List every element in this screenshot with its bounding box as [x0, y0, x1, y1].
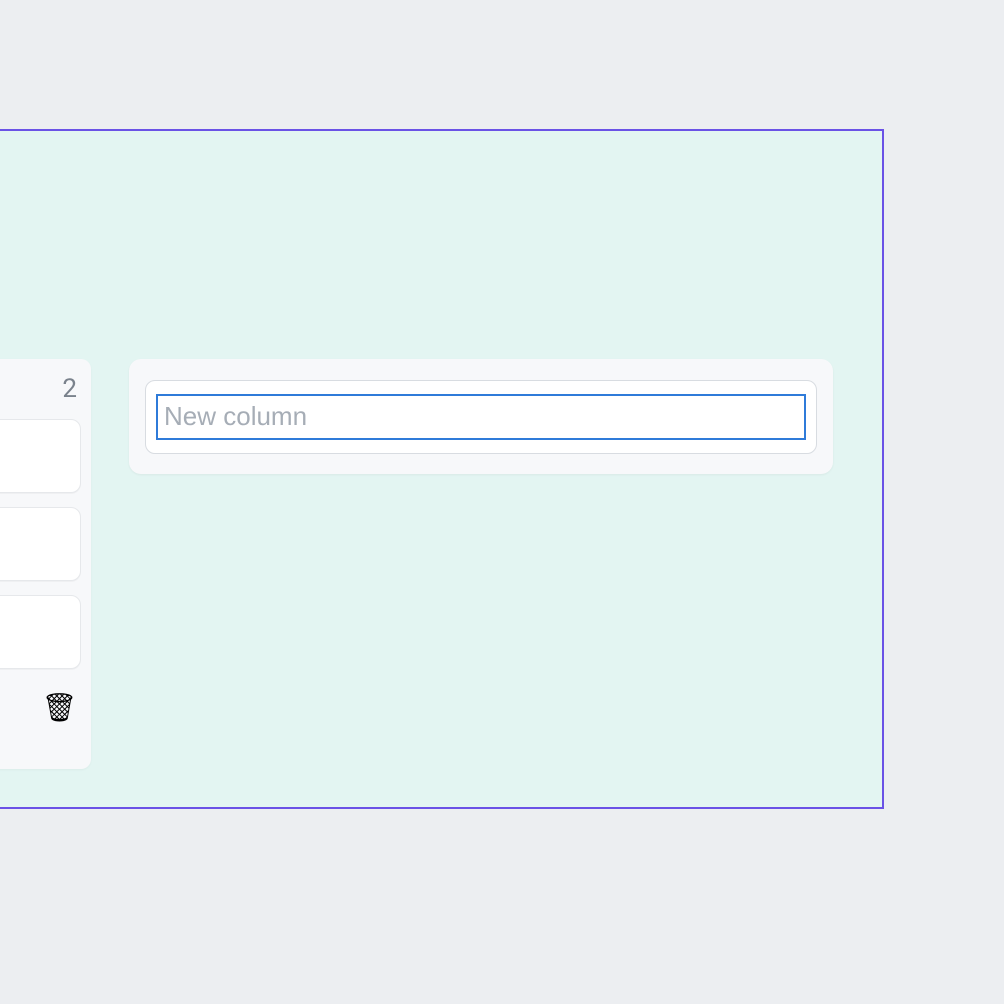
- kanban-card[interactable]: [0, 595, 81, 669]
- new-column-input[interactable]: [156, 394, 806, 440]
- kanban-card[interactable]: [0, 507, 81, 581]
- board-canvas: 2 🗑: [0, 129, 884, 809]
- trash-icon[interactable]: 🗑: [41, 694, 77, 722]
- kanban-column: 2 🗑: [0, 359, 91, 769]
- column-footer: 🗑: [0, 683, 91, 733]
- column-card-count: 2: [62, 374, 77, 404]
- kanban-card[interactable]: [0, 419, 81, 493]
- new-column-panel: [129, 359, 833, 474]
- column-header: 2: [0, 359, 91, 419]
- new-column-input-wrapper: [145, 380, 817, 454]
